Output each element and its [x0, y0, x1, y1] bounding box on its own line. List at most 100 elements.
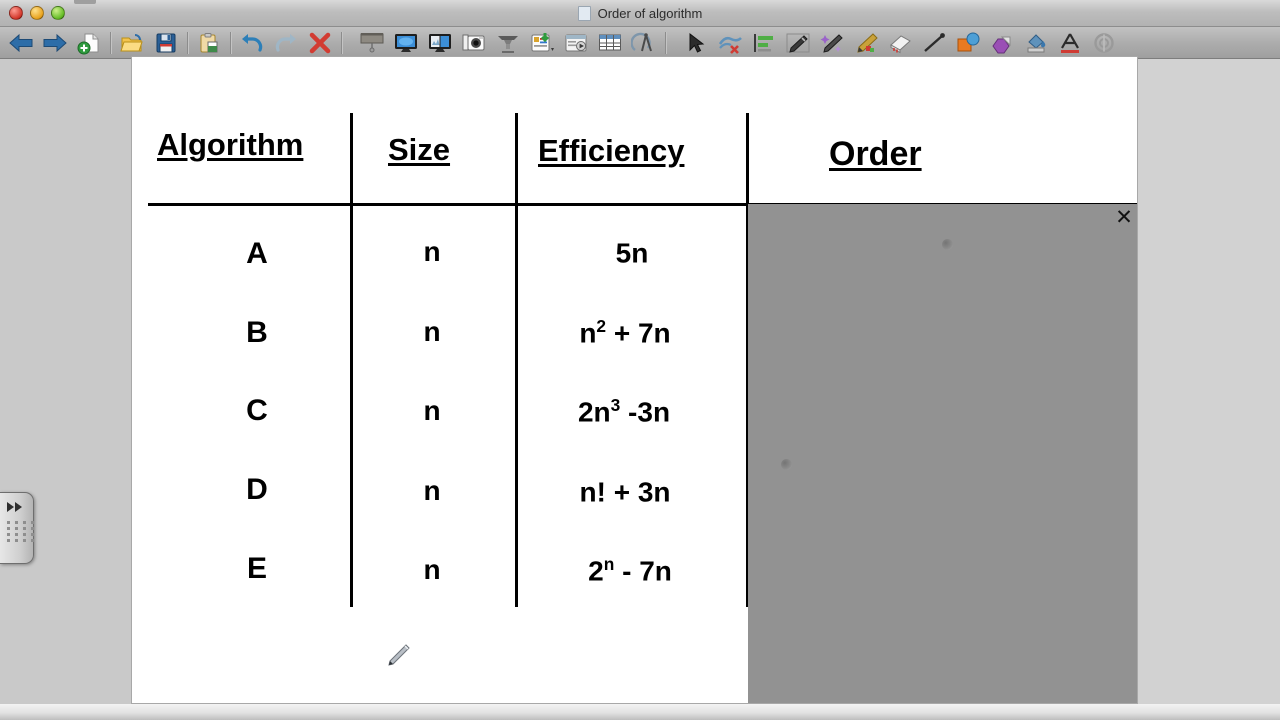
- delete-button[interactable]: [303, 28, 337, 58]
- window-title-group: Order of algorithm: [0, 0, 1280, 27]
- cell-efficiency: 2n - 7n: [530, 554, 730, 587]
- main-toolbar: [0, 27, 1280, 59]
- magic-pen-tool[interactable]: [815, 28, 849, 58]
- cell-algorithm: A: [246, 237, 268, 270]
- arrow-left-icon: [9, 33, 33, 52]
- table-header-size: Size: [388, 132, 451, 167]
- dual-page-button[interactable]: [423, 28, 457, 58]
- table-header-efficiency: Efficiency: [538, 133, 685, 168]
- new-page-button[interactable]: [72, 28, 106, 58]
- properties-wheel-icon: [1094, 32, 1114, 53]
- record-button[interactable]: [559, 28, 593, 58]
- dual-page-icon: [429, 33, 451, 52]
- redo-arrow-icon: [275, 33, 296, 52]
- cell-algorithm: C: [246, 394, 268, 427]
- undo-button[interactable]: [235, 28, 269, 58]
- column-divider-1: [350, 113, 353, 607]
- cell-size: n: [423, 475, 441, 506]
- compass-protractor-icon: [631, 32, 652, 51]
- undo-arrow-icon: [242, 33, 263, 52]
- cell-algorithm: B: [246, 316, 268, 349]
- column-divider-2: [515, 113, 518, 607]
- cell-efficiency: 5n: [547, 236, 717, 269]
- paste-button[interactable]: [192, 28, 226, 58]
- folder-open-icon: [120, 33, 143, 51]
- cell-size: n: [423, 316, 441, 347]
- toolbar-separator: [341, 31, 342, 54]
- text-tool[interactable]: [1053, 28, 1087, 58]
- table-button[interactable]: [593, 28, 627, 58]
- redo-button[interactable]: [269, 28, 303, 58]
- sidebar-expand-handle[interactable]: [0, 492, 34, 564]
- cursor-arrow-icon: [689, 32, 705, 53]
- shape-fill-icon: [992, 36, 1011, 53]
- workspace-right-gutter: [1138, 59, 1280, 704]
- toolbar-separator: [665, 31, 666, 54]
- table-grid-icon: [599, 34, 621, 50]
- pen-tool[interactable]: [781, 28, 815, 58]
- grip-dots: [7, 521, 36, 542]
- full-screen-icon: [395, 33, 417, 52]
- efficiency-exponent: n: [603, 554, 615, 574]
- toolbar-separator: [110, 31, 111, 54]
- clipboard-paste-icon: [200, 32, 218, 52]
- open-button[interactable]: [115, 28, 149, 58]
- cell-size: n: [423, 554, 441, 585]
- text-a-icon: [1061, 32, 1079, 53]
- shape-fill-tool[interactable]: [985, 28, 1019, 58]
- red-x-icon: [309, 32, 331, 53]
- full-screen-button[interactable]: [389, 28, 423, 58]
- efficiency-base: n! + 3n: [579, 476, 671, 508]
- spotlight-button[interactable]: [491, 28, 525, 58]
- shade-close-icon[interactable]: ✕: [1115, 207, 1133, 228]
- crayon-tool[interactable]: [849, 28, 883, 58]
- erase-ink-tool[interactable]: [713, 28, 747, 58]
- whiteboard-canvas[interactable]: Algorithm Size Efficiency Order A n 5n B…: [131, 56, 1138, 704]
- new-page-icon: [77, 33, 99, 54]
- paint-fill-icon: [1027, 33, 1046, 52]
- efficiency-tail: - 7n: [614, 555, 672, 587]
- cell-efficiency: 2n3 -3n: [524, 395, 724, 428]
- properties-tool[interactable]: [1087, 28, 1121, 58]
- efficiency-exponent: 3: [610, 395, 621, 415]
- fill-tool[interactable]: [1019, 28, 1053, 58]
- pen-cursor: [388, 644, 410, 666]
- pen-icon: [786, 33, 810, 53]
- shapes-icon: [957, 32, 980, 51]
- forward-button[interactable]: [38, 28, 72, 58]
- insert-button[interactable]: [525, 28, 559, 58]
- efficiency-base: 2: [588, 555, 604, 587]
- line-tool[interactable]: [917, 28, 951, 58]
- screen-shade-button[interactable]: [355, 28, 389, 58]
- efficiency-base: 5n: [615, 237, 649, 269]
- double-chevron-right-icon: [7, 502, 22, 512]
- efficiency-tail: -3n: [620, 396, 671, 428]
- line-icon: [924, 32, 945, 52]
- align-list-icon: [754, 33, 773, 52]
- select-tool[interactable]: [679, 28, 713, 58]
- save-button[interactable]: [149, 28, 183, 58]
- efficiency-base: 2n: [577, 396, 611, 428]
- capture-button[interactable]: [457, 28, 491, 58]
- screen-shade-icon: [360, 32, 384, 52]
- back-button[interactable]: [4, 28, 38, 58]
- eraser-tool[interactable]: [883, 28, 917, 58]
- cell-size: n: [423, 395, 441, 426]
- table-header-algorithm: Algorithm: [157, 127, 304, 162]
- screen-shade-overlay[interactable]: ✕: [748, 204, 1137, 703]
- insert-object-icon: [531, 32, 554, 51]
- window-title: Order of algorithm: [597, 6, 703, 21]
- eraser-icon: [890, 34, 911, 53]
- camera-icon: [462, 34, 485, 50]
- crayon-icon: [857, 32, 878, 53]
- cell-efficiency: n! + 3n: [525, 475, 725, 508]
- efficiency-tail: + 7n: [606, 317, 671, 349]
- cell-efficiency: n2 + 7n: [525, 316, 725, 349]
- spotlight-icon: [498, 35, 518, 53]
- measure-button[interactable]: [627, 28, 661, 58]
- shapes-tool[interactable]: [951, 28, 985, 58]
- shade-blemish: [781, 459, 792, 470]
- efficiency-base: n: [579, 317, 597, 349]
- floppy-disk-icon: [156, 33, 176, 52]
- list-align-tool[interactable]: [747, 28, 781, 58]
